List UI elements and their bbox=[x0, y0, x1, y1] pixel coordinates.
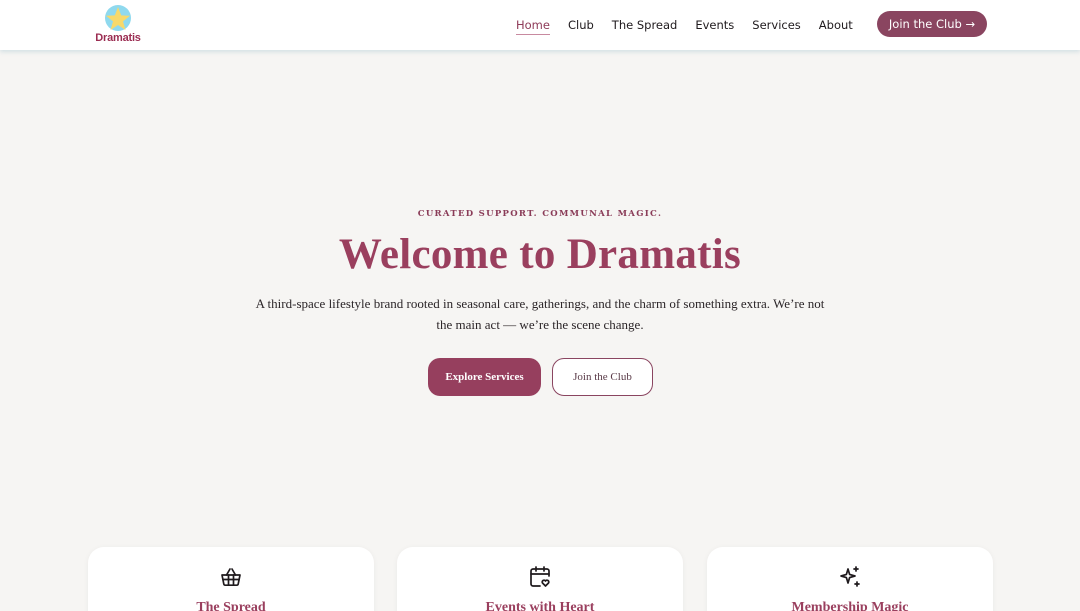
main-nav: Home Club The Spread Events Services Abo… bbox=[516, 0, 871, 50]
hero-description: A third-space lifestyle brand rooted in … bbox=[255, 296, 825, 332]
page-title: Welcome to Dramatis bbox=[338, 231, 742, 278]
nav-item-home[interactable]: Home bbox=[516, 16, 550, 35]
calendar-heart-icon bbox=[530, 566, 550, 587]
hero-eyebrow: CURATED SUPPORT. COMMUNAL MAGIC. bbox=[417, 209, 663, 219]
star-logo-icon bbox=[105, 5, 131, 31]
nav-item-the-spread[interactable]: The Spread bbox=[612, 16, 678, 34]
feature-card-membership[interactable]: Membership Magic bbox=[707, 547, 993, 611]
join-club-button[interactable]: Join the Club bbox=[552, 358, 653, 396]
brand-wordmark: Dramatis bbox=[95, 32, 141, 44]
join-club-nav-button[interactable]: Join the Club → bbox=[877, 11, 987, 37]
explore-services-button[interactable]: Explore Services bbox=[428, 358, 541, 396]
feature-card-the-spread[interactable]: The Spread bbox=[88, 547, 374, 611]
card-title: The Spread bbox=[196, 600, 266, 611]
site-header: Dramatis Home Club The Spread Events Ser… bbox=[0, 0, 1080, 50]
brand-logo[interactable]: Dramatis bbox=[92, 5, 144, 45]
nav-item-services[interactable]: Services bbox=[752, 16, 801, 34]
nav-item-club[interactable]: Club bbox=[568, 16, 594, 34]
card-title: Membership Magic bbox=[791, 600, 909, 611]
nav-item-events[interactable]: Events bbox=[695, 16, 734, 34]
sparkles-icon bbox=[840, 566, 860, 587]
nav-item-about[interactable]: About bbox=[819, 16, 853, 34]
basket-icon bbox=[221, 568, 241, 587]
card-title: Events with Heart bbox=[485, 600, 595, 611]
feature-card-events[interactable]: Events with Heart bbox=[397, 547, 683, 611]
